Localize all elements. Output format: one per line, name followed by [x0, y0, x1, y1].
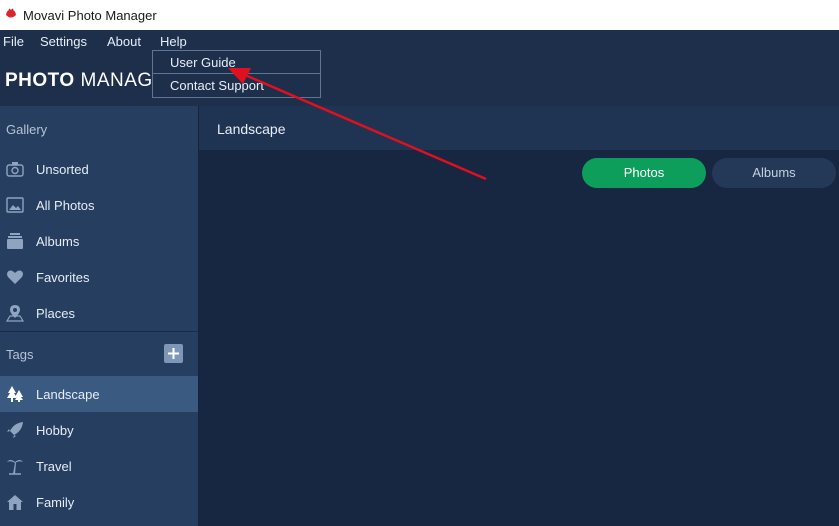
window-title-bar: Movavi Photo Manager [0, 0, 839, 30]
logo-bold: PHOTO [5, 70, 75, 91]
sidebar: Gallery Unsorted All Photos Albums Favor… [0, 106, 198, 526]
menu-help[interactable]: Help [160, 34, 187, 49]
rocket-icon [7, 422, 23, 438]
sidebar-item-label: Favorites [36, 270, 90, 285]
content-area: Photos Albums [199, 150, 839, 526]
gallery-section-label: Gallery [6, 122, 48, 137]
sidebar-item-favorites[interactable]: Favorites [0, 259, 198, 295]
trees-icon [7, 386, 23, 402]
sidebar-item-landscape[interactable]: Landscape [0, 376, 198, 412]
sidebar-item-all-photos[interactable]: All Photos [0, 187, 198, 223]
menu-item-contact-support[interactable]: Contact Support [170, 78, 264, 93]
map-pin-icon [6, 305, 24, 322]
albums-toggle-button[interactable]: Albums [712, 158, 836, 188]
menu-bar: File Settings About Help [0, 30, 839, 52]
sidebar-item-label: Albums [36, 234, 80, 249]
sidebar-item-label: Hobby [36, 423, 74, 438]
house-icon [7, 495, 23, 510]
menu-settings[interactable]: Settings [40, 34, 87, 49]
sidebar-item-label: Travel [36, 459, 72, 474]
sidebar-item-family[interactable]: Family [0, 484, 198, 520]
sidebar-item-label: Unsorted [36, 162, 89, 177]
sidebar-item-label: Family [36, 495, 75, 510]
sidebar-item-label: Landscape [36, 387, 100, 402]
sidebar-item-label: Places [36, 306, 76, 321]
help-menu-dropdown: User Guide Contact Support [152, 50, 321, 98]
menu-item-user-guide[interactable]: User Guide [170, 55, 236, 70]
heart-icon [7, 270, 23, 284]
menu-about[interactable]: About [107, 34, 141, 49]
albums-icon [7, 233, 23, 249]
menu-separator [153, 73, 320, 74]
plus-icon [168, 348, 179, 359]
sidebar-item-label: All Photos [36, 198, 95, 213]
add-tag-button[interactable] [164, 344, 183, 363]
app-logo-icon [6, 8, 16, 18]
content-header: Landscape [199, 106, 839, 150]
sidebar-item-travel[interactable]: Travel [0, 448, 198, 484]
palm-tree-icon [7, 460, 23, 475]
page-title: Landscape [217, 121, 286, 137]
window-title: Movavi Photo Manager [23, 8, 157, 23]
sidebar-item-unsorted[interactable]: Unsorted [0, 151, 198, 187]
tags-section-label: Tags [6, 347, 34, 362]
camera-icon [6, 162, 24, 177]
sidebar-item-hobby[interactable]: Hobby [0, 412, 198, 448]
sidebar-divider [0, 331, 198, 332]
menu-file[interactable]: File [3, 34, 24, 49]
app-header: PHOTO MANAGER [0, 52, 839, 106]
photos-toggle-button[interactable]: Photos [582, 158, 706, 188]
sidebar-item-albums[interactable]: Albums [0, 223, 198, 259]
sidebar-item-places[interactable]: Places [0, 295, 198, 331]
photos-icon [6, 197, 24, 213]
